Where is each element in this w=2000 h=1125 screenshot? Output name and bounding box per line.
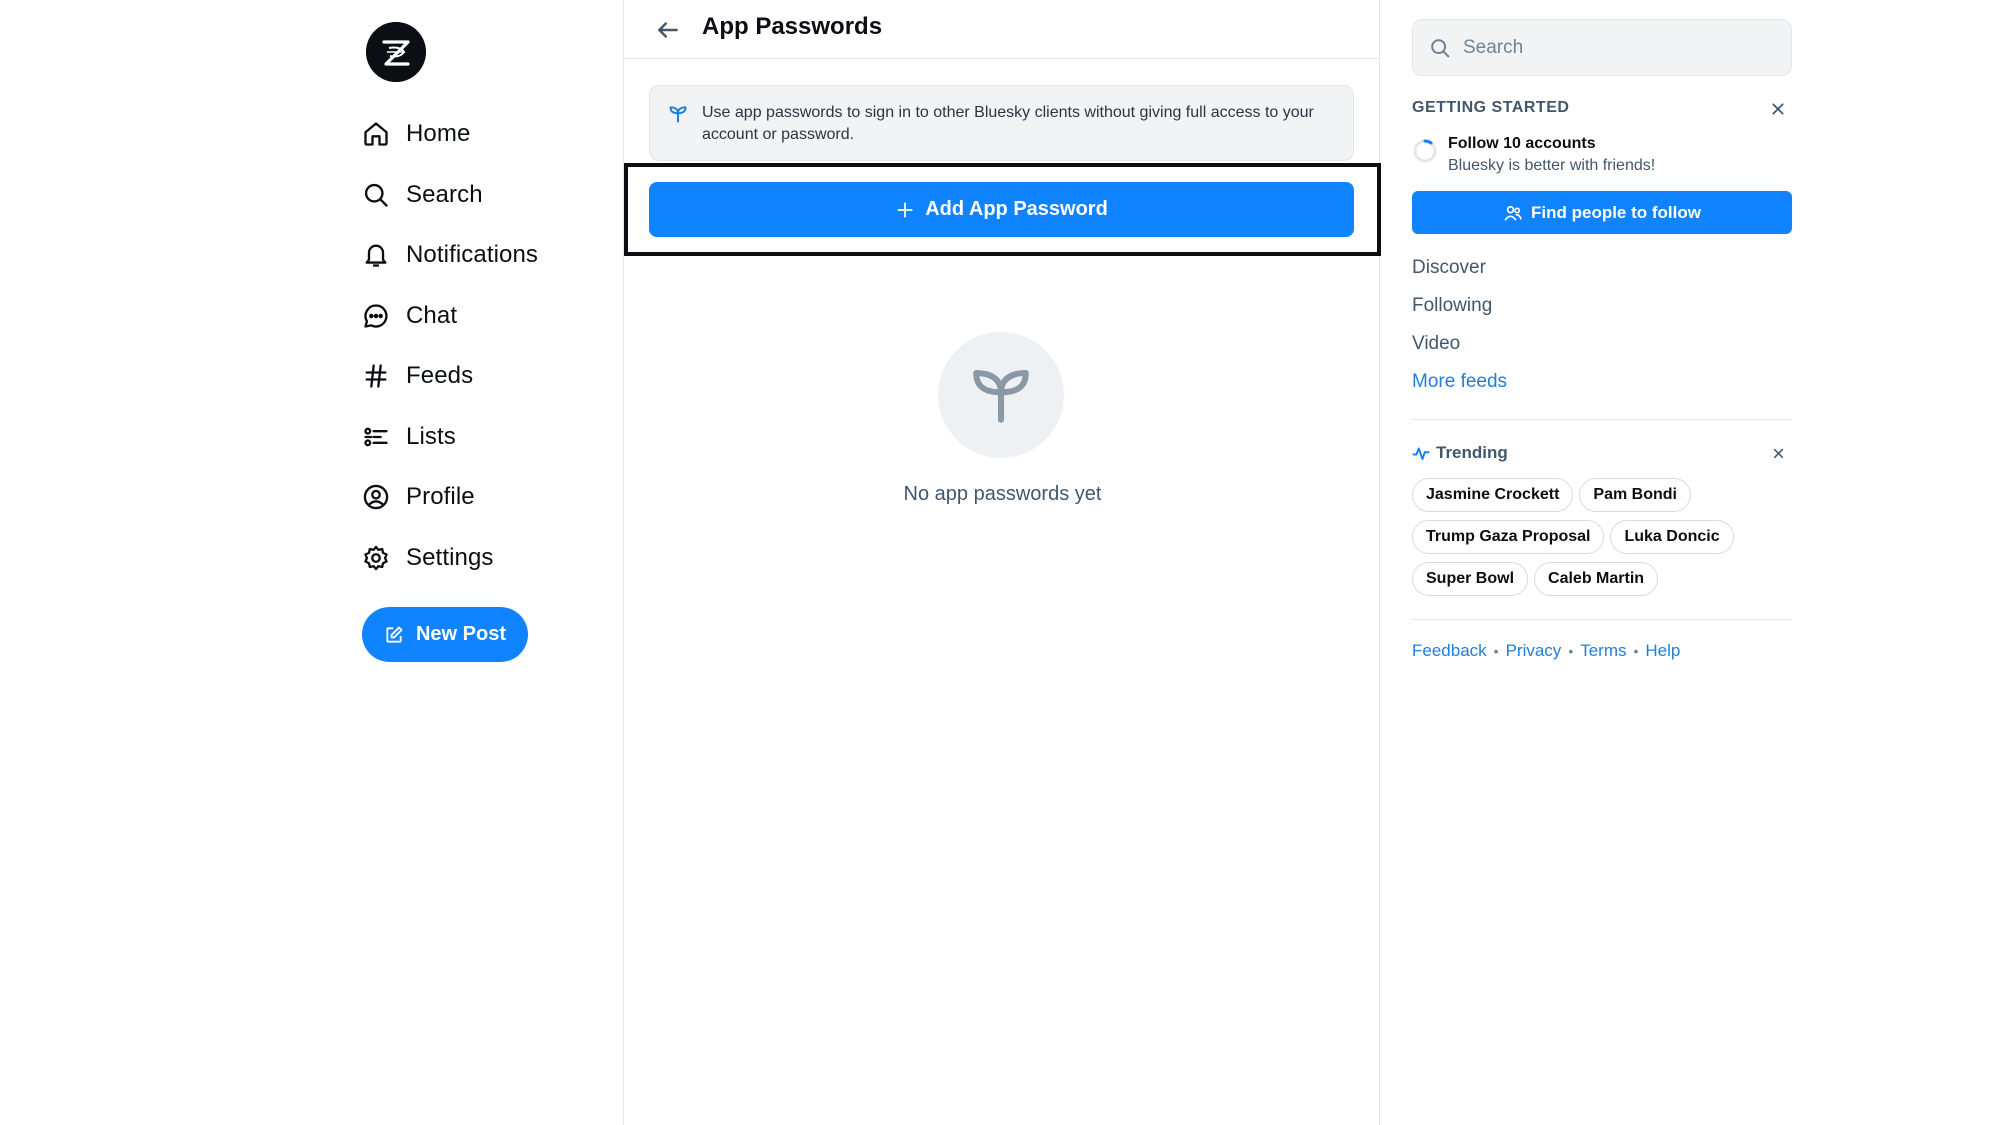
search-icon [1429,37,1451,59]
home-icon [360,118,392,150]
avatar-logo-icon [366,22,426,82]
back-button[interactable] [650,12,686,48]
empty-state-text: No app passwords yet [903,483,1102,505]
nav-label-lists: Lists [406,422,456,450]
nav-item-settings[interactable]: Settings [360,528,620,589]
help-link[interactable]: Help [1645,641,1680,661]
nav-item-chat[interactable]: Chat [360,286,620,347]
close-icon [1772,103,1784,115]
nav-item-notifications[interactable]: Notifications [360,225,620,286]
trending-icon [1412,447,1430,460]
more-feeds-link[interactable]: More feeds [1412,371,1507,393]
close-icon [1773,448,1783,458]
nav-item-search[interactable]: Search [360,165,620,226]
follow-task-title: Follow 10 accounts [1448,135,1596,152]
search-input[interactable] [1463,36,1763,59]
add-app-password-button[interactable]: Add App Password [649,182,1354,237]
new-post-label: New Post [415,623,507,645]
hash-icon [360,360,392,392]
trending-topic[interactable]: Luka Doncic [1610,520,1734,554]
user-circle-icon [360,481,392,513]
nav-item-profile[interactable]: Profile [360,467,620,528]
trending-header: Trending [1412,443,1508,463]
progress-ring-icon [1413,139,1437,163]
left-sidebar: Home Search Notifications Chat Feeds Lis… [0,0,623,1125]
nav-label-search: Search [406,180,483,208]
gear-icon [360,542,392,574]
edit-icon [384,625,404,645]
chat-icon [360,300,392,332]
trending-topic[interactable]: Jasmine Crockett [1412,478,1574,512]
privacy-link[interactable]: Privacy [1506,641,1562,661]
search-field[interactable] [1412,19,1792,76]
footer-links: Feedback • Privacy • Terms • Help [1412,641,1680,661]
search-icon [360,179,392,211]
terms-link[interactable]: Terms [1580,641,1626,661]
getting-started-title: GETTING STARTED [1412,99,1570,116]
divider [1412,619,1792,620]
nav-item-feeds[interactable]: Feeds [360,346,620,407]
trending-topics: Jasmine Crockett Pam Bondi Trump Gaza Pr… [1412,478,1792,604]
sprout-icon [973,369,1029,423]
feedback-link[interactable]: Feedback [1412,641,1487,661]
feed-link-following[interactable]: Following [1412,295,1492,317]
nav-label-feeds: Feeds [406,362,474,390]
arrow-left-icon [658,22,678,38]
trending-label: Trending [1436,443,1508,462]
follow-task-subtitle: Bluesky is better with friends! [1448,157,1656,174]
main-column: App Passwords Use app passwords to sign … [623,0,1381,1125]
nav-label-settings: Settings [406,543,494,571]
trending-topic[interactable]: Pam Bondi [1579,478,1691,512]
nav-label-chat: Chat [406,301,458,329]
right-sidebar: GETTING STARTED Follow 10 accounts Blues… [1412,0,1792,1125]
info-text: Use app passwords to sign in to other Bl… [702,104,1314,143]
page-header: App Passwords [624,0,1379,59]
trending-close-button[interactable] [1769,444,1787,462]
separator-dot: • [1493,643,1499,659]
nav-label-home: Home [406,120,471,148]
plus-icon [895,200,915,220]
sprout-icon [668,104,688,129]
avatar[interactable] [366,22,426,82]
nav-item-home[interactable]: Home [360,104,620,165]
add-app-password-label: Add App Password [925,198,1108,220]
separator-dot: • [1568,643,1574,659]
nav-label-notifications: Notifications [406,241,539,269]
find-people-label: Find people to follow [1531,202,1701,222]
trending-topic[interactable]: Caleb Martin [1534,562,1659,596]
feed-link-video[interactable]: Video [1412,333,1460,355]
find-people-button[interactable]: Find people to follow [1412,191,1792,234]
trending-topic[interactable]: Super Bowl [1412,562,1529,596]
divider [1412,419,1792,420]
page-title: App Passwords [702,13,883,40]
feed-link-discover[interactable]: Discover [1412,257,1486,279]
bell-icon [360,239,392,271]
getting-started-close-button[interactable] [1767,98,1789,120]
users-icon [1503,203,1523,223]
separator-dot: • [1633,643,1639,659]
nav-label-profile: Profile [406,483,475,511]
trending-topic[interactable]: Trump Gaza Proposal [1412,520,1605,554]
new-post-button[interactable]: New Post [362,607,528,662]
main-nav: Home Search Notifications Chat Feeds Lis… [360,104,620,588]
empty-state-illustration [938,332,1064,458]
info-notice: Use app passwords to sign in to other Bl… [649,85,1354,161]
list-icon [360,421,392,453]
nav-item-lists[interactable]: Lists [360,407,620,468]
